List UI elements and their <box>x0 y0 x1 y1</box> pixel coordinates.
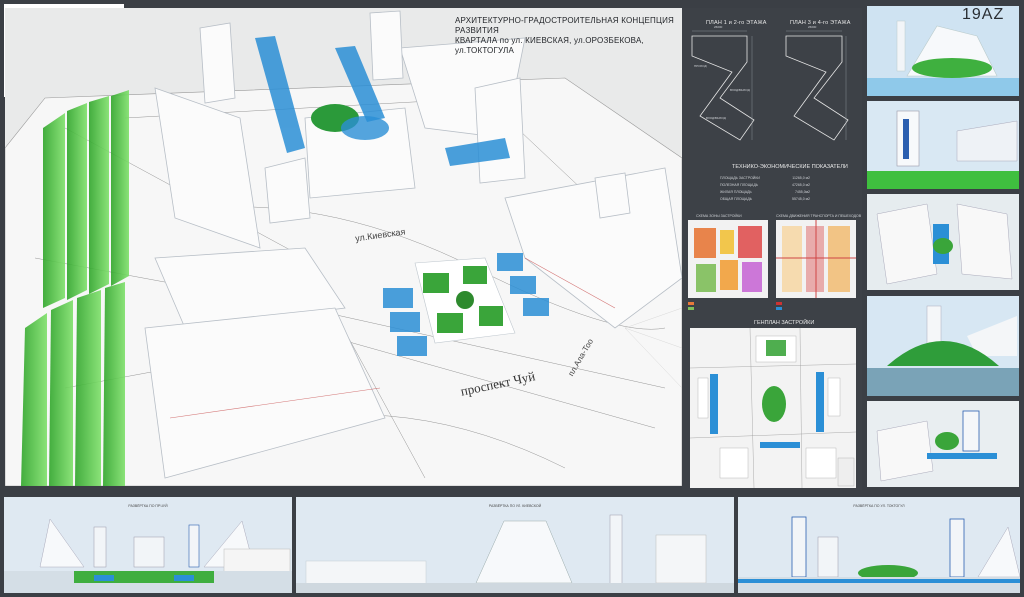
elevation-chuy-graphic <box>4 518 292 593</box>
elevation-kievskaya: РАЗВЁРТКА ПО УЛ. КИЕВСКОЙ <box>296 497 734 593</box>
genplan-graphic <box>690 328 856 488</box>
render-thumb-2 <box>867 101 1019 189</box>
render-thumb-2-graphic <box>867 101 1019 189</box>
render-thumb-5-graphic <box>867 401 1019 487</box>
main-title: АРХИТЕКТУРНО-ГРАДОСТРОИТЕЛЬНАЯ КОНЦЕПЦИЯ… <box>455 16 681 56</box>
elevation-kievskaya-graphic <box>296 514 734 593</box>
plan2-title: ПЛАН 3 и 4-го ЭТАЖА <box>790 20 851 26</box>
main-title-line2: КВАРТАЛА по ул. КИЕВСКАЯ, ул.ОРОЗБЕКОВА,… <box>455 36 644 55</box>
elevation-chuy: РАЗВЁРТКА ПО ПР.ЧУЙ <box>4 497 292 593</box>
main-title-line1: АРХИТЕКТУРНО-ГРАДОСТРОИТЕЛЬНАЯ КОНЦЕПЦИЯ… <box>455 16 675 35</box>
main-render: АРХИТЕКТУРНО-ГРАДОСТРОИТЕЛЬНАЯ КОНЦЕПЦИЯ… <box>5 8 682 486</box>
render-thumb-3-graphic <box>867 194 1019 290</box>
tep-title: ТЕХНИКО-ЭКОНОМИЧЕСКИЕ ПОКАЗАТЕЛИ <box>732 164 848 170</box>
scheme2-title: СХЕМА ДВИЖЕНИЯ ТРАНСПОРТА И ПЕШЕХОДОВ <box>776 214 862 218</box>
elevation-toktogul: РАЗВЁРТКА ПО УЛ. ТОКТОГУЛ <box>738 497 1020 593</box>
floor-plans-graphic <box>691 30 849 141</box>
render-thumb-4 <box>867 296 1019 396</box>
tep-row: ПОЛЕЗНАЯ ПЛОЩАДЬ 47265,0 м2 <box>720 183 810 187</box>
main-render-graphic <box>5 10 682 486</box>
plan2-dimension: 26000 <box>808 25 817 29</box>
plan-label-entrance-2: ВХОД/ВЫХОД <box>706 116 726 120</box>
genplan-title: ГЕНПЛАН ЗАСТРОЙКИ <box>754 320 815 326</box>
plan-label-passage: ПРОХОД <box>694 64 707 68</box>
info-panel: ПЛАН 1 и 2-го ЭТАЖА ПЛАН 3 и 4-го ЭТАЖА … <box>682 8 862 490</box>
render-thumb-4-graphic <box>867 296 1019 396</box>
project-badge: 19AZ <box>962 6 1005 23</box>
plan-label-entrance-1: ВХОД/ВЫХОД <box>730 88 750 92</box>
plan1-dimension: 26000 <box>714 25 723 29</box>
render-thumb-5 <box>867 401 1019 487</box>
scheme1-title: СХЕМА ЗОНЫ ЗАСТРОЙКИ <box>696 214 742 218</box>
schemes-graphic <box>688 220 856 310</box>
elevation-toktogul-graphic <box>738 516 1020 593</box>
tep-row: ПЛОЩАДЬ ЗАСТРОЙКИ 11265,0 м2 <box>720 176 810 180</box>
tep-row: ЖИЛАЯ ПЛОЩАДЬ 7455,0м2 <box>720 190 810 194</box>
render-thumb-3 <box>867 194 1019 290</box>
tep-row: ОБЩАЯ ПЛОЩАДЬ 55745,0 м2 <box>720 197 810 201</box>
